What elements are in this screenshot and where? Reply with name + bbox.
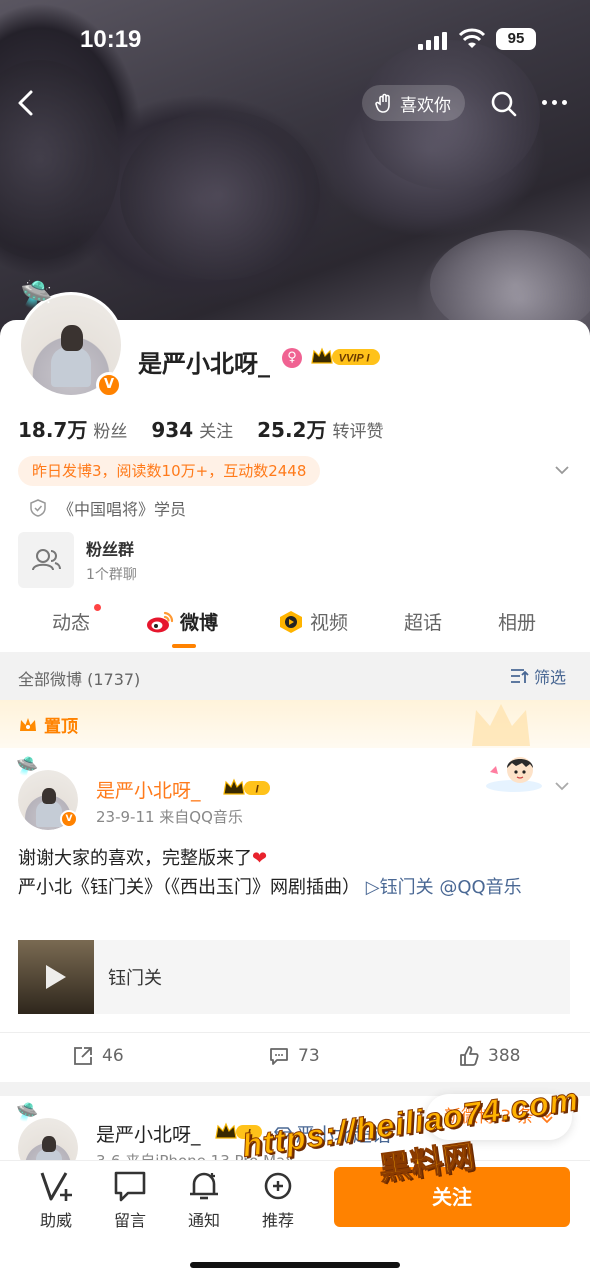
heart-icon: ❤ [252, 848, 268, 869]
cheer-v-plus-icon [40, 1172, 72, 1201]
like-button[interactable]: 388 [458, 1045, 520, 1067]
cellular-signal-icon [418, 32, 447, 50]
weibo-logo-icon [147, 611, 174, 632]
vip-badge-icon[interactable]: I [222, 778, 272, 798]
notify-button[interactable]: 通知 [174, 1169, 234, 1231]
verified-badge-icon: V [96, 372, 122, 398]
tab-weibo[interactable]: 微博 [146, 608, 218, 635]
profile-badge-text: 《中国唱将》学员 [58, 500, 187, 519]
cartoon-avatar-decoration [486, 757, 542, 792]
post-meta: 23-9-11 来自QQ音乐 [96, 808, 243, 826]
tab-album[interactable]: 相册 [498, 608, 536, 635]
post-author-name[interactable]: 是严小北呀_ [96, 1120, 201, 1147]
fan-group-subtitle: 1个群聊 [86, 567, 137, 583]
verified-badge-icon: V [60, 810, 78, 828]
profile-badge-row[interactable]: 《中国唱将》学员 [28, 496, 186, 520]
chevron-down-icon[interactable] [554, 778, 570, 794]
message-button[interactable]: 留言 [100, 1169, 160, 1231]
svg-text:VVIP I: VVIP I [339, 353, 371, 365]
chevron-down-icon[interactable] [554, 462, 570, 478]
profile-tabs: 动态 微博 视频 超话 相册 [0, 604, 590, 650]
filter-button[interactable]: 筛选 [510, 664, 566, 688]
unread-dot [94, 604, 101, 611]
album-cover [18, 940, 94, 1014]
clock: 10:19 [80, 26, 142, 53]
stat-interactions[interactable]: 25.2万 转评赞 [257, 414, 383, 443]
wifi-icon [458, 28, 486, 48]
activity-summary-pill[interactable]: 昨日发博3，阅读数10万+，互动数2448 [18, 456, 321, 486]
hand-wave-icon [375, 93, 390, 113]
tab-video[interactable]: 视频 [278, 608, 348, 635]
post-author-name[interactable]: 是严小北呀_ [96, 776, 201, 803]
ufo-decoration-icon: 🛸 [16, 756, 39, 777]
thumbs-up-icon [460, 1046, 479, 1066]
like-you-label: 喜欢你 [400, 95, 451, 116]
feed-filter-bar: 全部微博 (1737) 筛选 [0, 652, 590, 700]
filter-icon [511, 669, 529, 683]
vvip-badge-icon[interactable]: VVIP I [310, 347, 382, 367]
cheer-button[interactable]: 助威 [26, 1169, 86, 1231]
repost-button[interactable]: 46 [72, 1045, 124, 1067]
mention-link[interactable]: @QQ音乐 [439, 877, 521, 898]
feed-count[interactable]: 全部微博 (1737) [18, 666, 140, 690]
comment-button[interactable]: 73 [268, 1045, 320, 1067]
message-icon [114, 1171, 146, 1202]
crown-icon [20, 717, 36, 731]
ufo-decoration-icon: 🛸 [16, 1102, 39, 1123]
back-icon[interactable] [12, 88, 42, 118]
music-card[interactable]: 钰门关 [18, 940, 570, 1014]
status-bar: 10:19 95 [0, 0, 590, 80]
fan-group-icon[interactable] [18, 532, 74, 588]
stat-following[interactable]: 934 关注 [151, 417, 233, 442]
crown-watermark-icon [472, 704, 530, 746]
active-tab-indicator [172, 644, 196, 648]
profile-username: 是严小北呀_ [138, 350, 270, 378]
shield-icon [30, 499, 46, 517]
video-icon [280, 610, 302, 633]
tab-dynamics[interactable]: 动态 [52, 608, 90, 635]
comment-icon [270, 1048, 288, 1065]
fan-group-title[interactable]: 粉丝群 [86, 536, 134, 560]
post-actions: 46 73 388 [0, 1032, 590, 1082]
like-you-button[interactable]: 喜欢你 [362, 85, 465, 121]
ufo-decoration-icon: 🛸 [20, 280, 53, 310]
battery-indicator: 95 [496, 28, 536, 50]
music-title: 钰门关 [108, 968, 162, 989]
bell-icon [190, 1172, 218, 1200]
more-options-icon[interactable] [542, 100, 567, 105]
repost-icon [74, 1047, 92, 1065]
pinned-header: 置顶 [0, 700, 590, 748]
female-gender-icon: ♀ [282, 348, 302, 368]
post-author-avatar[interactable] [18, 1118, 78, 1166]
profile-stats: 18.7万 粉丝 934 关注 25.2万 转评赞 [18, 414, 383, 443]
play-icon[interactable] [46, 965, 66, 989]
pinned-label: 置顶 [18, 712, 78, 737]
song-link[interactable]: ▷钰门关 [366, 877, 434, 898]
home-indicator [190, 1262, 400, 1268]
stat-fans[interactable]: 18.7万 粉丝 [18, 414, 127, 443]
pinned-post[interactable]: 🛸 V 是严小北呀_ I 23-9-11 来自QQ音乐 谢谢大家的喜欢，完整版来… [0, 748, 590, 1082]
search-icon[interactable] [490, 90, 518, 118]
tab-super-topic[interactable]: 超话 [404, 608, 442, 635]
post-body: 谢谢大家的喜欢，完整版来了❤ 严小北《钰门关》（《西出玉门》网剧插曲） ▷钰门关… [18, 848, 522, 898]
